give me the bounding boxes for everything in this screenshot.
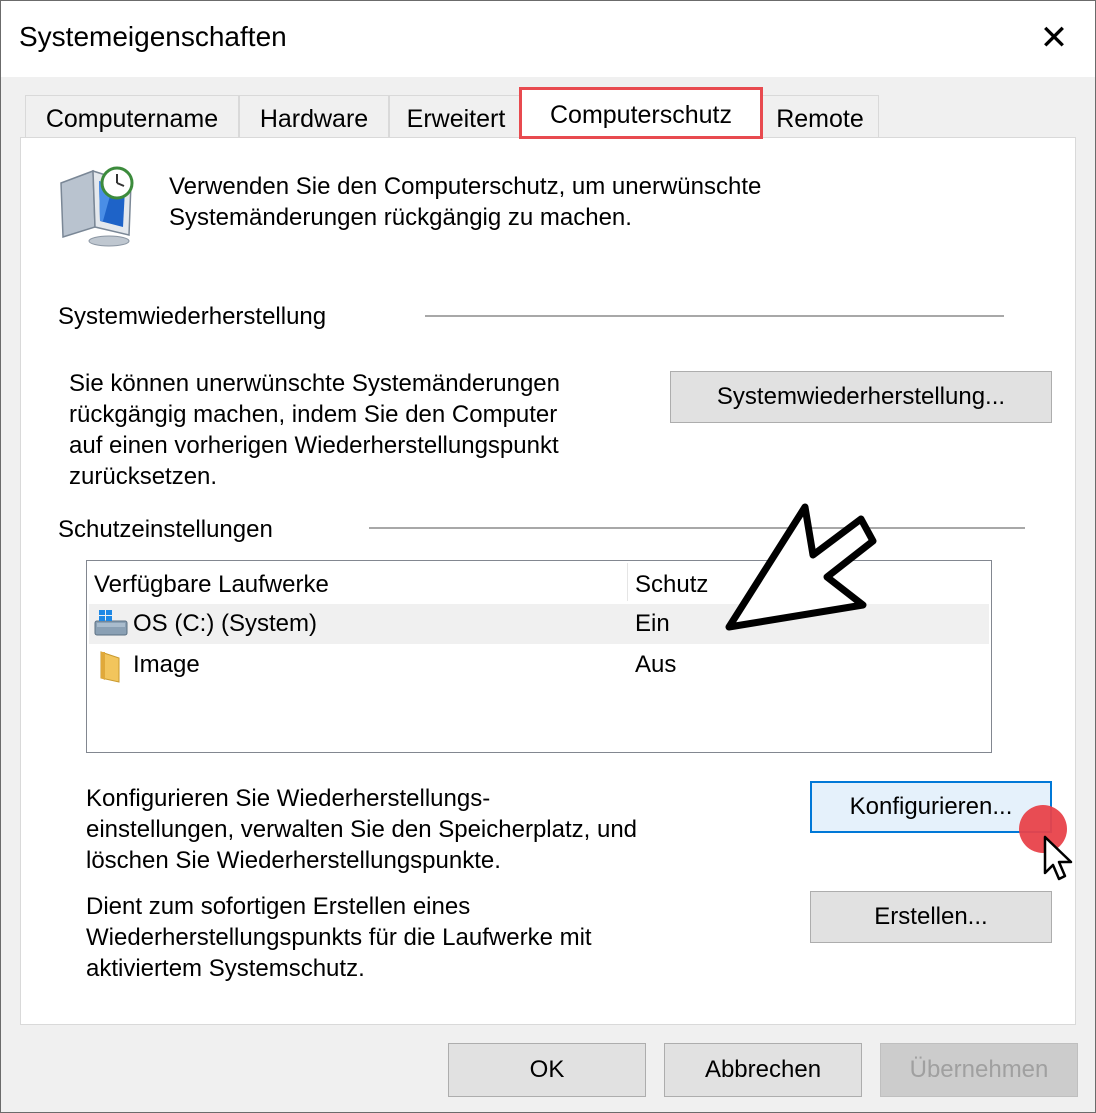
windows-drive-icon	[94, 610, 128, 636]
window-title: Systemeigenschaften	[19, 21, 287, 52]
close-icon[interactable]: ✕	[1029, 15, 1079, 61]
cancel-button[interactable]: Abbrechen	[664, 1043, 862, 1097]
column-header-protection[interactable]: Schutz	[635, 571, 708, 599]
drive-name: Image	[133, 651, 200, 678]
column-separator[interactable]	[627, 563, 628, 601]
create-description: Dient zum sofortigen Erstellen eines Wie…	[86, 893, 592, 982]
protection-section-divider	[369, 527, 1025, 529]
tab-erweitert[interactable]: Erweitert	[389, 95, 523, 137]
title-bar[interactable]: Systemeigenschaften ✕	[1, 1, 1095, 77]
ok-button[interactable]: OK	[448, 1043, 646, 1097]
create-button[interactable]: Erstellen...	[810, 891, 1052, 943]
restore-section-divider	[425, 315, 1004, 317]
drive-protection-status: Aus	[635, 651, 677, 678]
protection-section-title: Schutzeinstellungen	[58, 516, 273, 543]
configure-description: Konfigurieren Sie Wiederherstellungs- ei…	[86, 785, 638, 874]
drive-name: OS (C:) (System)	[133, 610, 317, 637]
restore-section-title: Systemwiederherstellung	[58, 303, 327, 330]
tab-computerschutz[interactable]: Computerschutz	[519, 87, 763, 139]
annotation-arrow-icon	[725, 503, 877, 631]
drive-row-image[interactable]: Image Aus	[89, 645, 989, 685]
tab-remote[interactable]: Remote	[761, 95, 879, 137]
column-header-drives[interactable]: Verfügbare Laufwerke	[94, 571, 329, 599]
system-protection-monitor-clock-icon	[60, 166, 134, 247]
header-description: Verwenden Sie den Computerschutz, um une…	[169, 173, 762, 231]
system-properties-window: Systemeigenschaften ✕ Computername Hardw…	[0, 0, 1096, 1113]
drive-protection-status: Ein	[635, 610, 670, 637]
folder-drive-icon	[100, 651, 120, 683]
tab-computername[interactable]: Computername	[25, 95, 239, 137]
mouse-pointer-icon	[1019, 805, 1073, 881]
tab-hardware[interactable]: Hardware	[239, 95, 389, 137]
restore-description: Sie können unerwünschte Systemänderungen…	[69, 370, 560, 490]
apply-button: Übernehmen	[880, 1043, 1078, 1097]
system-restore-button[interactable]: Systemwiederherstellung...	[670, 371, 1052, 423]
